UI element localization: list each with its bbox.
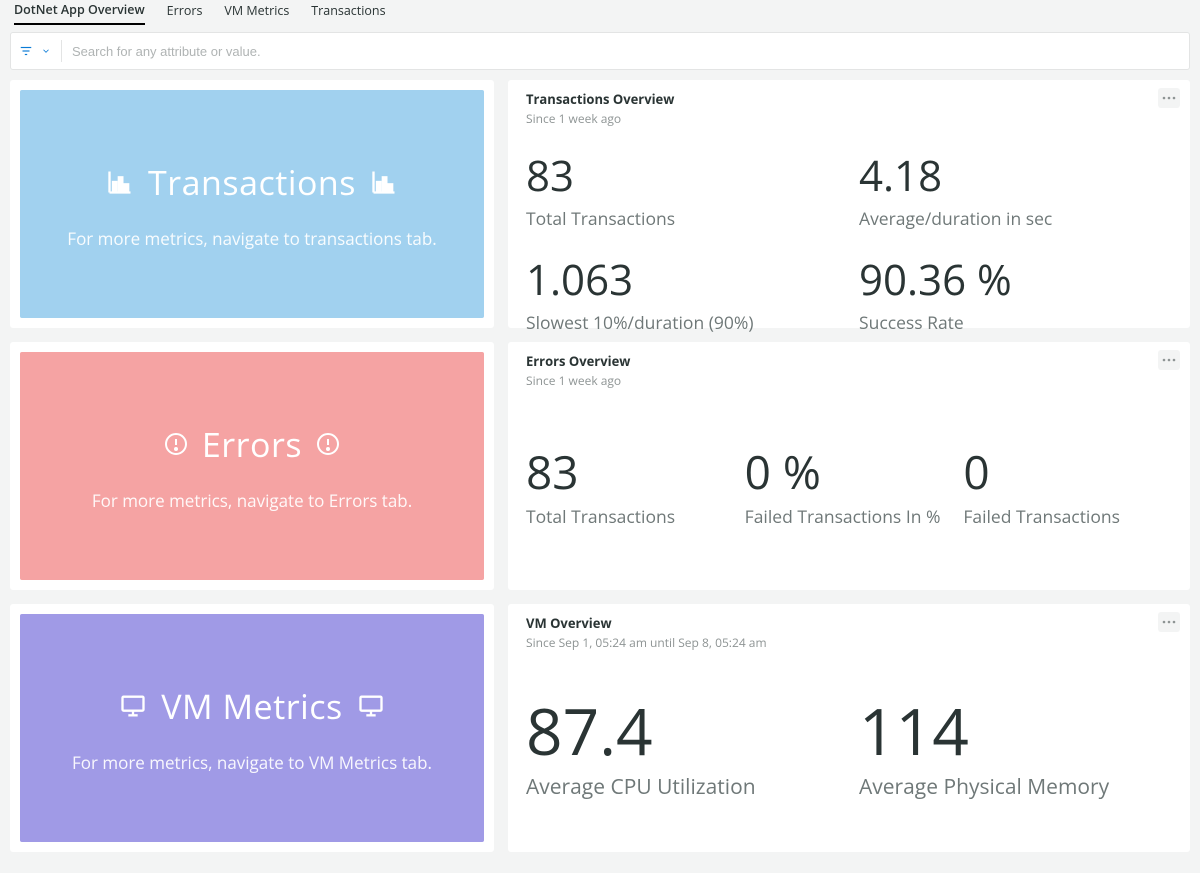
metric-total-transactions: 83 Total Transactions	[526, 449, 735, 529]
chevron-down-icon	[41, 46, 51, 56]
tile-vm: VM Metrics For more metrics, navigate to…	[20, 614, 484, 842]
tile-title: Transactions	[106, 159, 398, 205]
panel-more-button[interactable]	[1158, 88, 1180, 108]
search-bar	[10, 32, 1190, 70]
tabs-bar: DotNet App Overview Errors VM Metrics Tr…	[0, 0, 1200, 26]
panel-subtitle: Since 1 week ago	[526, 372, 1172, 389]
alert-circle-icon	[316, 432, 340, 456]
tile-title-text: Errors	[202, 421, 302, 467]
metric-label: Average/duration in sec	[859, 207, 1172, 231]
metric-label: Failed Transactions In %	[745, 505, 954, 529]
tile-transactions: Transactions For more metrics, navigate …	[20, 90, 484, 318]
metric-label: Total Transactions	[526, 207, 839, 231]
tab-transactions[interactable]: Transactions	[311, 2, 385, 24]
metric-slowest-10: 1.063 Slowest 10%/duration (90%)	[526, 259, 839, 335]
metric-label: Failed Transactions	[963, 505, 1172, 529]
metric-value: 114	[859, 699, 1172, 763]
panel-title: Errors Overview	[526, 352, 1172, 370]
metric-avg-duration: 4.18 Average/duration in sec	[859, 155, 1172, 231]
ellipsis-icon	[1162, 358, 1176, 362]
metric-value: 0	[963, 449, 1172, 495]
metric-label: Slowest 10%/duration (90%)	[526, 311, 839, 335]
metric-label: Average Physical Memory	[859, 773, 1172, 801]
metric-total-transactions: 83 Total Transactions	[526, 155, 839, 231]
alert-circle-icon	[164, 432, 188, 456]
monitor-icon	[119, 692, 147, 720]
bar-chart-icon	[370, 168, 398, 196]
ellipsis-icon	[1162, 620, 1176, 624]
metric-label: Total Transactions	[526, 505, 735, 529]
panel-title: Transactions Overview	[526, 90, 1172, 108]
metric-value: 83	[526, 155, 839, 197]
tile-subtitle: For more metrics, navigate to Errors tab…	[92, 489, 412, 512]
row-errors: Errors For more metrics, navigate to Err…	[10, 342, 1190, 590]
panel-more-button[interactable]	[1158, 350, 1180, 370]
banner-errors: Errors For more metrics, navigate to Err…	[10, 342, 494, 590]
tile-subtitle: For more metrics, navigate to VM Metrics…	[72, 751, 432, 774]
metric-label: Average CPU Utilization	[526, 773, 839, 801]
metric-failed-pct: 0 % Failed Transactions In %	[745, 449, 954, 529]
row-transactions: Transactions For more metrics, navigate …	[10, 80, 1190, 328]
banner-transactions: Transactions For more metrics, navigate …	[10, 80, 494, 328]
filter-controls[interactable]	[19, 40, 62, 62]
panel-vm-overview: VM Overview Since Sep 1, 05:24 am until …	[508, 604, 1190, 852]
metric-value: 4.18	[859, 155, 1172, 197]
panel-errors-overview: Errors Overview Since 1 week ago 83 Tota…	[508, 342, 1190, 590]
bar-chart-icon	[106, 168, 134, 196]
panel-more-button[interactable]	[1158, 612, 1180, 632]
metric-value: 90.36 %	[859, 259, 1172, 301]
metric-cpu: 87.4 Average CPU Utilization	[526, 699, 839, 801]
ellipsis-icon	[1162, 96, 1176, 100]
tile-title-text: Transactions	[148, 159, 356, 205]
metric-value: 0 %	[745, 449, 954, 495]
tab-dotnet-overview[interactable]: DotNet App Overview	[14, 1, 145, 25]
metric-value: 83	[526, 449, 735, 495]
panel-subtitle: Since Sep 1, 05:24 am until Sep 8, 05:24…	[526, 634, 1172, 651]
tile-title-text: VM Metrics	[161, 683, 342, 729]
metric-failed-count: 0 Failed Transactions	[963, 449, 1172, 529]
metric-memory: 114 Average Physical Memory	[859, 699, 1172, 801]
filter-icon	[19, 44, 33, 58]
tile-title: VM Metrics	[119, 683, 384, 729]
tile-title: Errors	[164, 421, 340, 467]
banner-vm: VM Metrics For more metrics, navigate to…	[10, 604, 494, 852]
tab-errors[interactable]: Errors	[167, 2, 203, 24]
monitor-icon	[357, 692, 385, 720]
panel-transactions-overview: Transactions Overview Since 1 week ago 8…	[508, 80, 1190, 328]
metric-label: Success Rate	[859, 311, 1172, 335]
search-input[interactable]	[72, 33, 1181, 69]
metric-value: 87.4	[526, 699, 839, 763]
tile-subtitle: For more metrics, navigate to transactio…	[67, 227, 436, 250]
tab-vm-metrics[interactable]: VM Metrics	[224, 2, 289, 24]
metric-success-rate: 90.36 % Success Rate	[859, 259, 1172, 335]
panel-title: VM Overview	[526, 614, 1172, 632]
row-vm: VM Metrics For more metrics, navigate to…	[10, 604, 1190, 852]
tile-errors: Errors For more metrics, navigate to Err…	[20, 352, 484, 580]
metric-value: 1.063	[526, 259, 839, 301]
panel-subtitle: Since 1 week ago	[526, 110, 1172, 127]
